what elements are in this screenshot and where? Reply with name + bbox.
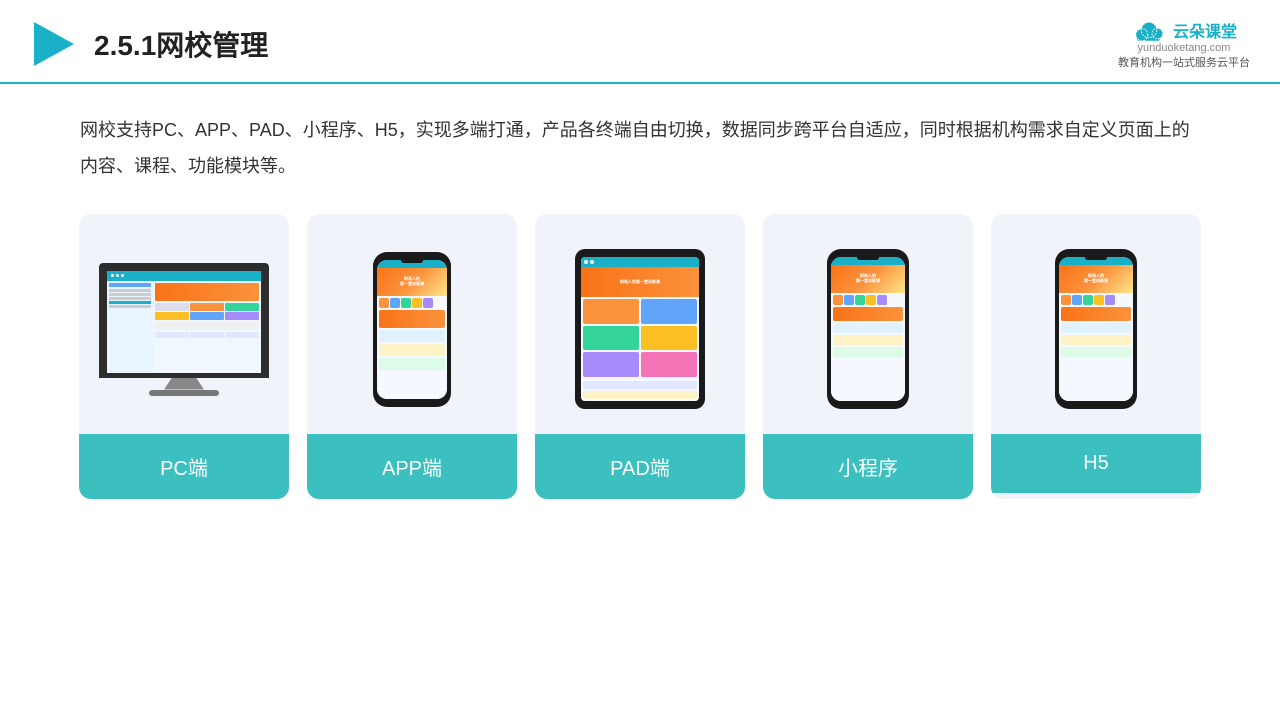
h5-phone-mockup: 职场人的第一堂训练课 (1055, 249, 1137, 409)
logo-area: 云朵课堂 yunduoketang.com 教育机构一站式服务云平台 (1118, 18, 1250, 70)
app-image-area: 职场人的第一堂训练课 (307, 214, 517, 434)
logo-name: 云朵课堂 (1173, 18, 1237, 42)
miniprogram-phone-mockup: 职场人的第一堂训练课 (827, 249, 909, 409)
card-h5-label: H5 (991, 434, 1201, 493)
logo-tagline: 教育机构一站式服务云平台 (1118, 54, 1250, 70)
description-text: 网校支持PC、APP、PAD、小程序、H5，实现多端打通，产品各终端自由切换，数… (0, 84, 1280, 194)
h5-image-area: 职场人的第一堂训练课 (991, 214, 1201, 434)
cards-section: PC端 职场人的第一堂训练课 (0, 194, 1280, 519)
card-app: 职场人的第一堂训练课 (307, 214, 517, 499)
miniprogram-image-area: 职场人的第一堂训练课 (763, 214, 973, 434)
pad-image-area: 职场人的第一堂训练课 (535, 214, 745, 434)
pc-mockup (99, 263, 269, 396)
card-pad: 职场人的第一堂训练课 PAD端 (535, 214, 745, 499)
card-h5: 职场人的第一堂训练课 (991, 214, 1201, 499)
card-app-label: APP端 (307, 434, 517, 499)
header: 2.5.1网校管理 云朵课堂 yunduoketang.com 教育机构一站式服… (0, 0, 1280, 84)
page-title: 2.5.1网校管理 (94, 24, 268, 64)
card-pc-label: PC端 (79, 434, 289, 499)
app-phone-mockup: 职场人的第一堂训练课 (373, 252, 451, 407)
logo-cloud: 云朵课堂 (1131, 18, 1237, 42)
pc-image-area (79, 214, 289, 434)
play-icon (30, 20, 78, 68)
pad-tablet-mockup: 职场人的第一堂训练课 (575, 249, 705, 409)
card-pc: PC端 (79, 214, 289, 499)
card-miniprogram: 职场人的第一堂训练课 (763, 214, 973, 499)
card-pad-label: PAD端 (535, 434, 745, 499)
monitor-screen (99, 263, 269, 378)
cloud-logo-icon (1131, 18, 1167, 42)
logo-url: yunduoketang.com (1138, 42, 1231, 54)
header-left: 2.5.1网校管理 (30, 20, 268, 68)
card-miniprogram-label: 小程序 (763, 434, 973, 499)
